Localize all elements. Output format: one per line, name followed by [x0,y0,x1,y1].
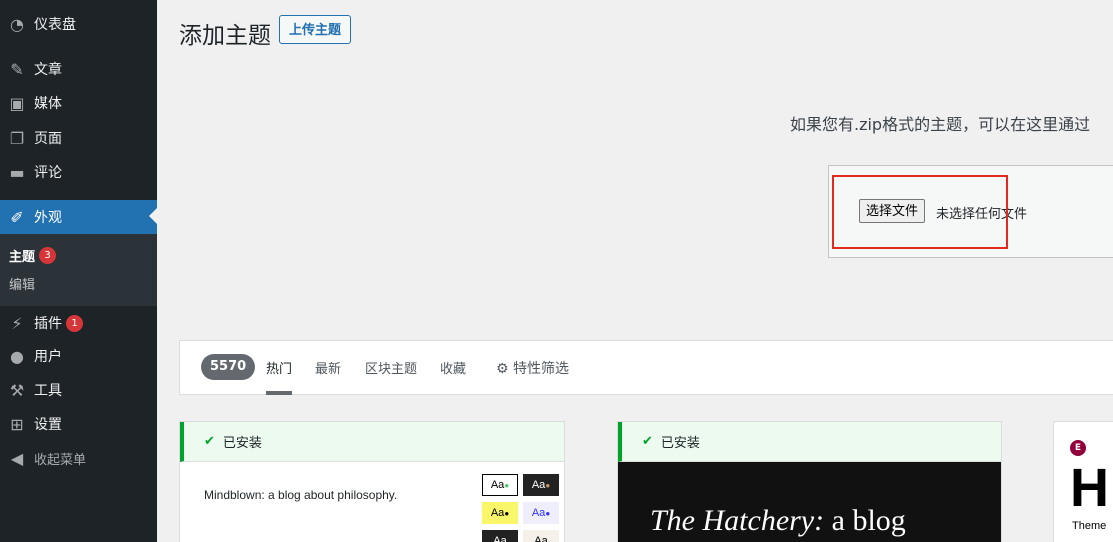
menu-label: 工具 [34,383,62,399]
swatch-label: Aa [531,507,546,519]
pages-icon: ❐ [9,128,25,148]
theme-preview-word: Theme [1072,520,1107,532]
themes-update-badge: 3 [39,247,57,264]
menu-item-appearance[interactable]: ✐ 外观 [0,200,157,234]
installed-notice: ✔ 已安装 [618,422,1001,462]
submenu-label: 编辑 [9,278,36,293]
style-swatch: Aa ● [482,474,518,496]
theme-card[interactable]: ✔ 已安装 The Hatchery: a blog [617,421,1002,542]
feature-filter-label: 特性筛选 [513,361,570,377]
wrench-icon: ⚒ [9,380,25,400]
comment-icon: ▬ [9,162,25,182]
collapse-menu-button[interactable]: ◀ 收起菜单 [0,441,157,475]
theme-count: 5570 [201,354,256,380]
menu-item-tools[interactable]: ⚒ 工具 [0,373,157,407]
admin-sidebar: ◔ 仪表盘 ✎ 文章 ▣ 媒体 ❐ 页面 ▬ 评论 ✐ 外观 主题 3 编辑 ⚡… [0,0,157,542]
menu-label: 插件 [34,316,62,332]
plugins-update-badge: 1 [66,314,83,332]
upload-description: 如果您有.zip格式的主题，可以在这里通过 [790,115,1091,134]
active-tab-indicator [266,391,292,395]
gear-icon: ⚙ [496,361,509,377]
check-icon: ✔ [642,434,653,449]
style-swatch: Aa ● [523,502,559,524]
swatch-label: Aa [534,535,548,542]
style-swatch: Aa [482,530,518,542]
media-icon: ▣ [9,93,25,113]
swatch-label: Aa [490,507,505,519]
swatch-label: Aa [490,479,505,491]
installed-label: 已安装 [222,436,262,451]
menu-label: 评论 [34,165,62,181]
menu-item-users[interactable]: ● 用户 [0,339,157,373]
title-italic: The Hatchery: [650,504,825,537]
user-icon: ● [10,346,24,366]
style-swatch: Aa ● [523,474,559,496]
tab-block-themes[interactable]: 区块主题 [365,358,417,377]
title-rest: a blog [824,504,906,537]
theme-preview-text: Mindblown: a blog about philosophy. [204,488,398,502]
menu-label: 文章 [34,62,62,78]
menu-item-dashboard[interactable]: ◔ 仪表盘 [0,7,157,41]
menu-label: 用户 [34,349,62,365]
menu-item-settings[interactable]: ⊞ 设置 [0,407,157,441]
style-swatch: Aa [523,530,559,542]
page-title: 添加主题 [179,23,271,49]
menu-item-media[interactable]: ▣ 媒体 [0,86,157,120]
menu-item-posts[interactable]: ✎ 文章 [0,52,157,86]
collapse-icon: ◀ [10,448,24,468]
installed-label: 已安装 [660,436,700,451]
tab-favorites[interactable]: 收藏 [440,358,466,377]
upload-theme-button[interactable]: 上传主题 [279,15,352,44]
tab-latest[interactable]: 最新 [315,358,341,377]
feature-filter-button[interactable]: ⚙ 特性筛选 [496,358,569,378]
menu-label: 设置 [34,417,62,433]
menu-label: 媒体 [34,96,62,112]
menu-label: 仪表盘 [34,17,76,33]
appearance-submenu: 主题 3 编辑 [0,234,157,306]
menu-item-comments[interactable]: ▬ 评论 [0,155,157,189]
submenu-item-themes[interactable]: 主题 3 [9,246,57,265]
menu-item-plugins[interactable]: ⚡ 插件 1 [0,306,157,340]
settings-icon: ⊞ [10,414,24,434]
menu-item-pages[interactable]: ❐ 页面 [0,121,157,155]
theme-preview-title: The Hatchery: a blog [650,504,906,538]
check-icon: ✔ [204,434,215,449]
installed-notice: ✔ 已安装 [180,422,564,462]
menu-label: 收起菜单 [34,452,87,468]
submenu-item-editor[interactable]: 编辑 [9,274,35,293]
elementor-logo-icon: E [1070,440,1086,456]
pin-icon: ✎ [10,59,24,79]
style-swatch: Aa ● [482,502,518,524]
appearance-icon: ✐ [10,207,24,227]
swatch-label: Aa [493,535,507,542]
plugin-icon: ⚡ [11,313,23,333]
theme-preview-letter: H [1070,458,1109,518]
submenu-label: 主题 [9,250,36,265]
highlight-annotation [832,175,1008,249]
tab-popular[interactable]: 热门 [266,358,292,377]
menu-label: 外观 [34,210,62,226]
menu-label: 页面 [34,131,62,147]
swatch-label: Aa [531,479,546,491]
theme-card[interactable]: E H Theme [1053,421,1113,542]
dashboard-icon: ◔ [10,14,24,34]
theme-card[interactable]: ✔ 已安装 Mindblown: a blog about philosophy… [179,421,565,542]
